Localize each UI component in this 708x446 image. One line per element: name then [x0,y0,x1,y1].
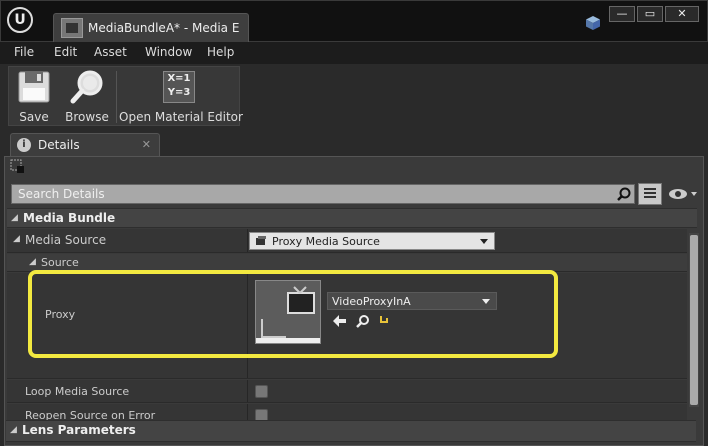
browse-magnifier-icon [70,70,103,104]
menu-edit[interactable]: Edit [54,45,77,59]
search-details-input[interactable]: Search Details [11,184,635,204]
property-proxy: Proxy VideoProxyInA [7,273,687,379]
proxy-label: Proxy [45,308,76,321]
loop-media-source-label: Loop Media Source [25,385,130,398]
media-source-icon [256,236,266,245]
document-tab[interactable]: MediaBundleA* - Media E [53,13,249,43]
toolbar-area: Save Browse X=1 Y=3 Open Material Editor [0,64,708,130]
title-bar: U MediaBundleA* - Media E — ▭ ✕ [0,0,708,43]
expand-arrow-icon: ◢ [29,257,36,267]
details-tab-label: Details [38,138,80,152]
save-button[interactable]: Save [9,67,59,127]
menu-file[interactable]: File [14,45,34,59]
category-source[interactable]: ◢ Source [7,254,687,272]
category-source-label: Source [41,256,79,269]
open-material-editor-button[interactable]: X=1 Y=3 Open Material Editor [119,67,243,127]
search-icon [617,187,631,201]
browse-label: Browse [65,110,109,124]
category-media-bundle[interactable]: ◢ Media Bundle [7,208,697,228]
video-proxy-thumbnail-icon [256,281,320,343]
loop-media-source-checkbox[interactable] [255,385,268,398]
menu-window[interactable]: Window [145,45,192,59]
category-lens-parameters-label: Lens Parameters [22,423,136,437]
property-media-source: ◢ Media Source Proxy Media Source [7,229,687,253]
property-loop-media-source: Loop Media Source [7,380,687,403]
chevron-down-icon [482,299,490,304]
search-placeholder: Search Details [18,187,105,201]
browse-to-asset-icon[interactable] [356,314,370,328]
proxy-asset-dropdown[interactable]: VideoProxyInA [327,292,497,310]
close-window-button[interactable]: ✕ [665,6,699,22]
proxy-value: VideoProxyInA [332,295,411,308]
open-material-editor-label: Open Material Editor [119,110,243,124]
menu-bar: File Edit Asset Window Help [0,42,708,64]
media-source-label: Media Source [25,233,107,247]
info-icon: i [17,138,31,152]
toolbar: Save Browse X=1 Y=3 Open Material Editor [8,66,243,127]
details-tab-close-icon[interactable]: ✕ [142,138,151,151]
menu-asset[interactable]: Asset [94,45,127,59]
maximize-button[interactable]: ▭ [637,6,663,22]
expand-arrow-icon: ◢ [10,425,17,435]
save-label: Save [19,110,49,124]
scrollbar-thumb[interactable] [690,235,698,405]
material-icon-line2: Y=3 [167,87,191,98]
view-options-list-button[interactable] [638,183,662,205]
use-selected-arrow-icon[interactable] [333,315,347,327]
material-expression-icon: X=1 Y=3 [163,71,195,103]
window-controls: — ▭ ✕ [609,6,699,22]
details-panel-area: i Details ✕ Search Details ◢ Media Bundl… [0,130,708,446]
menu-help[interactable]: Help [207,45,234,59]
media-source-dropdown[interactable]: Proxy Media Source [249,232,495,250]
document-tab-label: MediaBundleA* - Media E [88,21,240,35]
category-media-bundle-label: Media Bundle [23,211,116,225]
reset-to-default-icon[interactable] [378,315,388,327]
lock-selection-icon[interactable] [10,159,24,173]
media-source-value: Proxy Media Source [272,235,380,248]
column-divider [247,229,248,252]
expand-arrow-icon: ◢ [11,213,18,223]
category-lens-parameters[interactable]: ◢ Lens Parameters [6,420,696,442]
help-cube-icon[interactable] [585,15,601,31]
details-tab[interactable]: i Details ✕ [10,133,160,156]
details-body: Search Details ◢ Media Bundle ◢ Media So… [4,156,704,446]
visibility-eye-icon[interactable] [667,186,699,202]
toolbar-separator [116,71,117,123]
details-scrollbar[interactable] [689,233,699,407]
proxy-asset-thumbnail[interactable] [255,280,321,344]
column-divider [247,273,248,378]
chevron-down-icon [480,239,488,244]
expand-arrow-icon[interactable]: ◢ [13,234,20,244]
unreal-logo-icon: U [7,7,33,33]
material-icon-line1: X=1 [167,73,191,84]
browse-button[interactable]: Browse [61,67,113,127]
list-view-icon [644,188,656,198]
save-disk-icon [18,71,50,103]
column-divider [247,380,248,402]
media-bundle-asset-icon [61,18,83,38]
minimize-button[interactable]: — [609,6,635,22]
